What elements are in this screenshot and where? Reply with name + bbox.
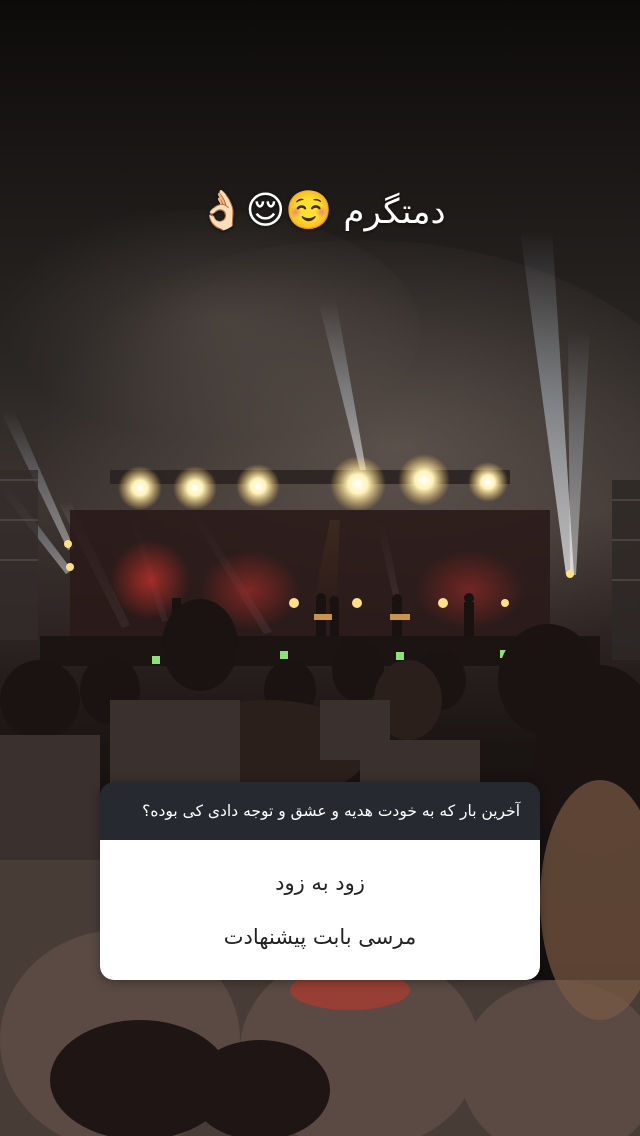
story-view[interactable]: دمتگرم ☺️😌👌🏻 آخرین بار که به خودت هدیه و…: [0, 0, 640, 1136]
question-text: آخرین بار که به خودت هدیه و عشق و توجه د…: [100, 782, 540, 840]
story-caption: دمتگرم ☺️😌👌🏻: [0, 180, 640, 242]
answer-panel: زود به زود مرسی بابت پیشنهادت: [100, 840, 540, 980]
answer-line-2: مرسی بابت پیشنهادت: [223, 925, 417, 949]
caption-text: دمتگرم: [343, 192, 446, 232]
caption-emoji-icons: ☺️😌👌🏻: [198, 188, 333, 232]
answer-line-1: زود به زود: [275, 871, 365, 895]
question-sticker[interactable]: آخرین بار که به خودت هدیه و عشق و توجه د…: [100, 782, 540, 980]
